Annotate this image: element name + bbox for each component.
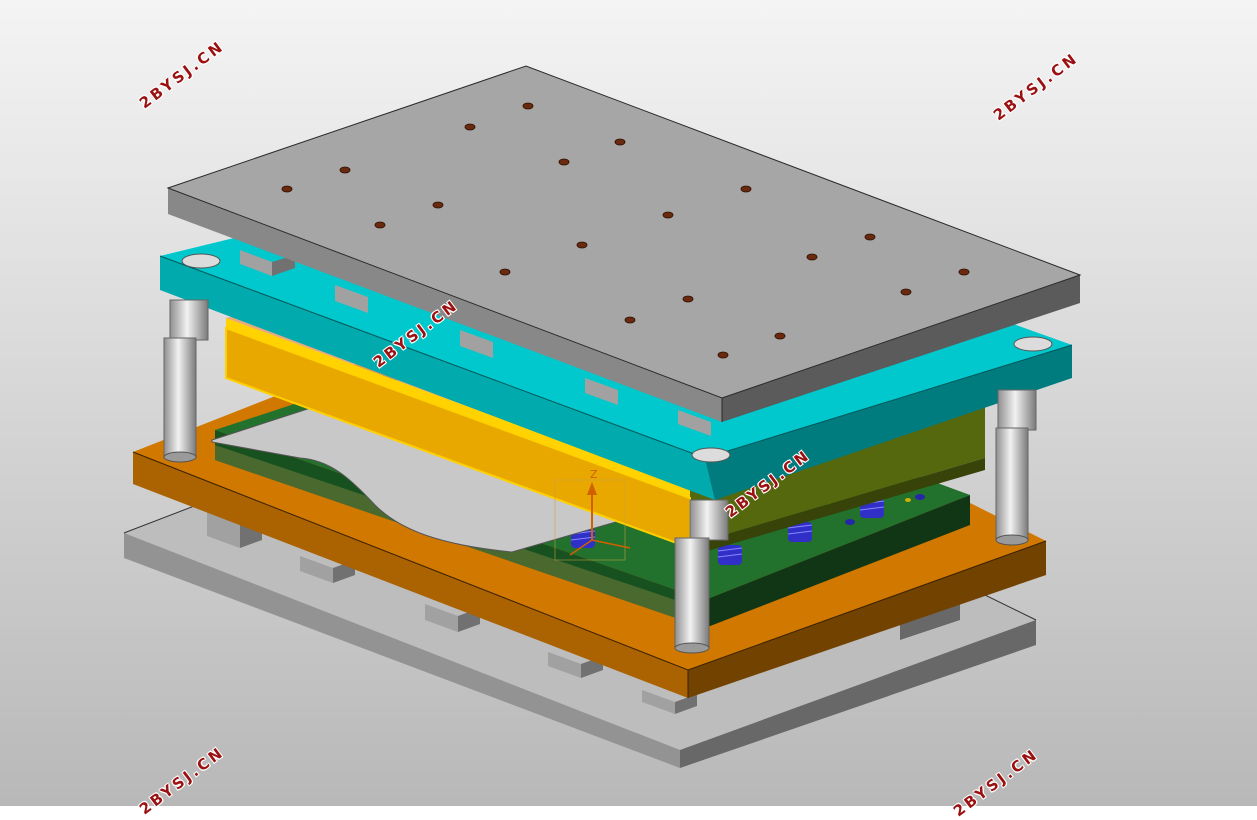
die-assembly-3d-view: Z xyxy=(0,0,1257,806)
guide-bushing-hole xyxy=(181,253,221,269)
spring xyxy=(717,545,743,565)
guide-bushing-hole xyxy=(691,447,731,463)
axis-z-label: Z xyxy=(590,468,598,481)
cad-viewport[interactable]: Z 2BYSJ.CN 2BYSJ.CN 2BYSJ.CN 2BYSJ.CN 2B… xyxy=(0,0,1257,820)
guide-bushing-hole xyxy=(1013,336,1053,352)
